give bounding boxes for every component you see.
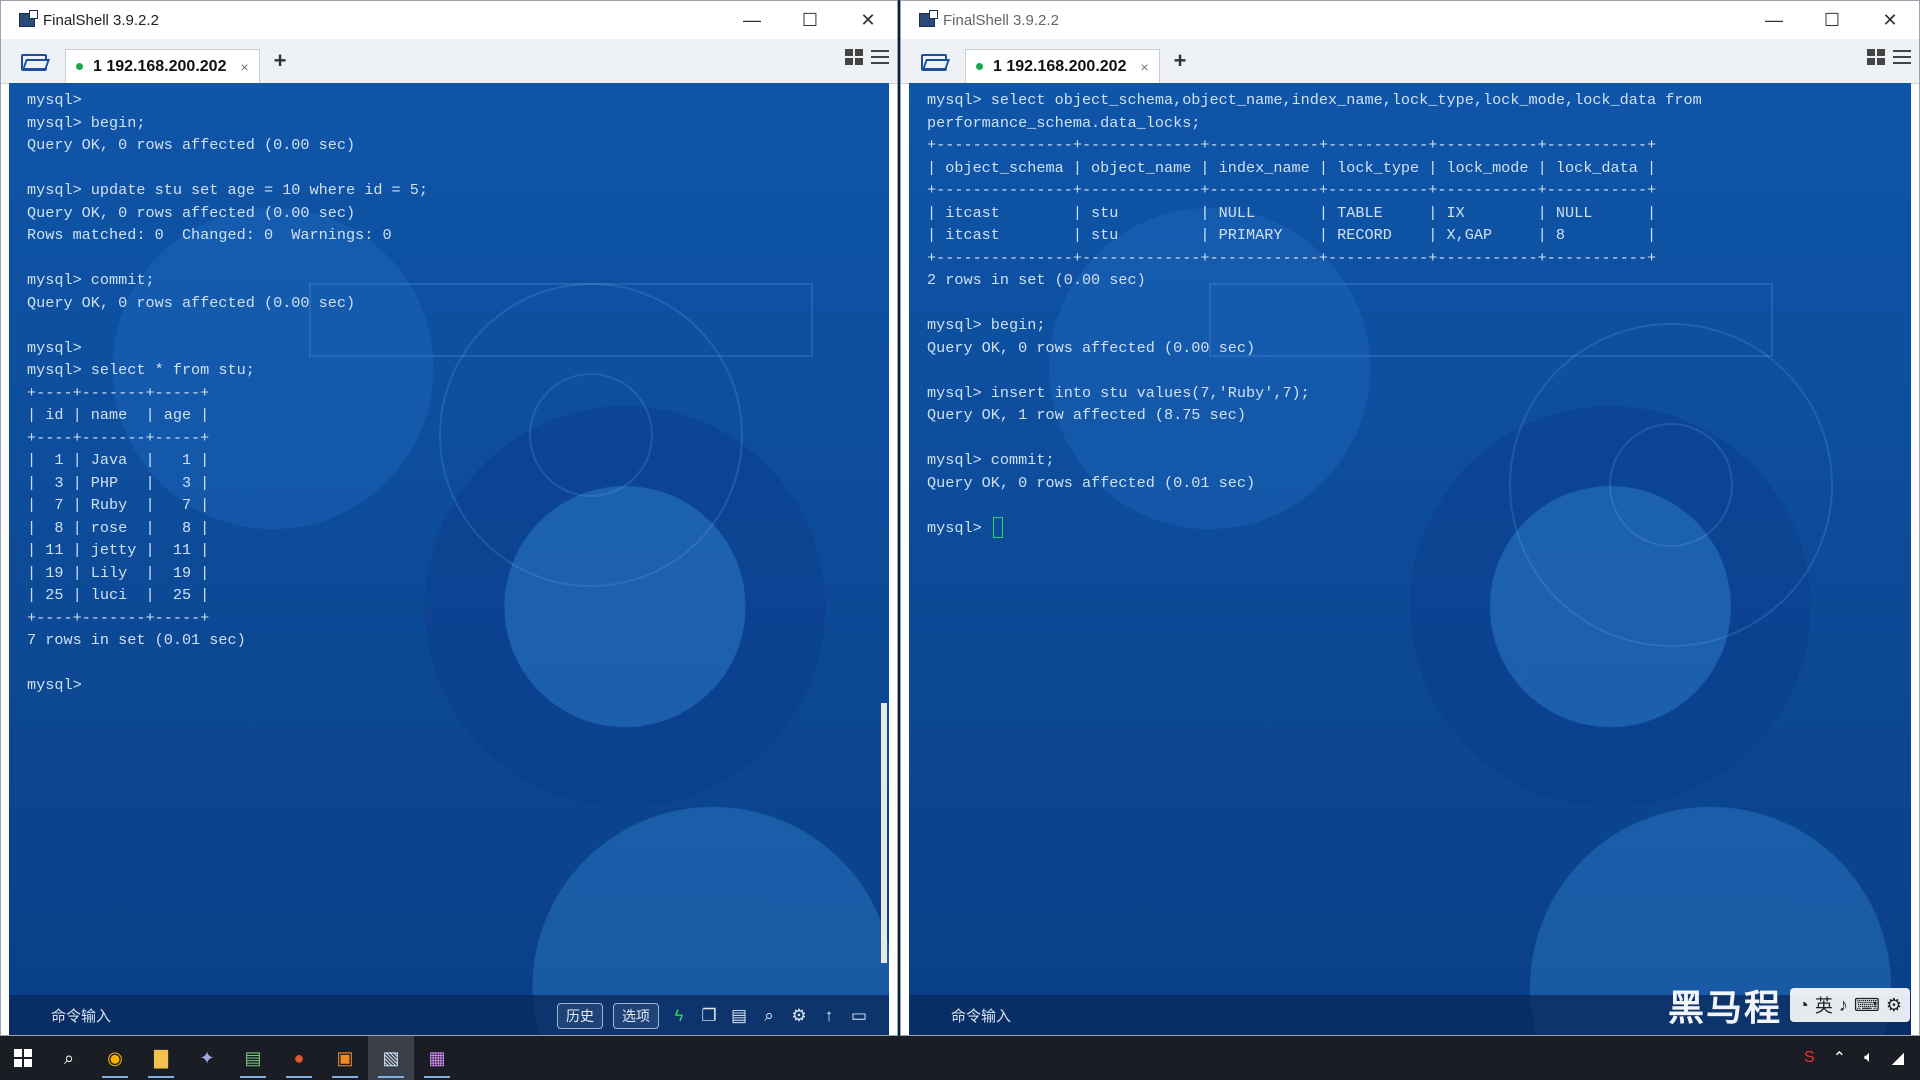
watermark-text: 黑马程 [1667,987,1782,1028]
search-button[interactable]: ⌕ [46,1036,92,1080]
app-icon: ▣ [336,1047,354,1068]
network-icon[interactable]: ◢ [1892,1048,1904,1068]
taskbar-chrome[interactable]: ◉ [92,1036,138,1080]
taskbar-powerpoint[interactable]: ● [276,1036,322,1080]
terminal-output: mysql> select object_schema,object_name,… [927,89,1702,539]
close-button[interactable]: ✕ [1861,1,1919,39]
folder-open-icon[interactable] [921,50,951,72]
terminal-output-text: mysql> select object_schema,object_name,… [927,91,1702,537]
add-tab-button[interactable]: + [1174,48,1187,74]
terminal-pane[interactable]: mysql> mysql> begin; Query OK, 0 rows af… [9,83,889,1035]
session-tab[interactable]: 1 192.168.200.202 × [965,49,1160,83]
session-tab-label: 1 192.168.200.202 [93,57,227,75]
sogou-icon[interactable]: S [1804,1049,1815,1067]
window-title: FinalShell 3.9.2.2 [943,11,1059,29]
session-tab[interactable]: 1 192.168.200.202 × [65,49,260,83]
minimize-button[interactable]: — [723,1,781,39]
finalshell-app-icon [19,10,38,27]
taskbar-file-explorer[interactable]: ▇ [138,1036,184,1080]
close-button[interactable]: ✕ [839,1,897,39]
add-tab-button[interactable]: + [274,48,287,74]
ime-keyboard-icon[interactable]: ⌨ [1854,995,1880,1016]
datagrip-icon: ▦ [428,1047,446,1068]
command-input-label: 命令输入 [951,1007,1012,1025]
ime-logo-icon: ◔ [1798,994,1809,1015]
volume-icon[interactable]: 🔈︎ [1864,1049,1874,1067]
window-icon[interactable]: ▭ [849,1006,869,1026]
window-title: FinalShell 3.9.2.2 [43,11,159,29]
folder-icon: ▇ [154,1047,168,1068]
ime-settings-icon[interactable]: ⚙ [1886,995,1902,1016]
terminal-pane[interactable]: mysql> select object_schema,object_name,… [909,83,1911,1035]
session-tab-bar: 1 192.168.200.202 × + [1,39,897,84]
ime-language-label[interactable]: 英 [1815,992,1833,1018]
tab-close-icon[interactable]: × [1140,59,1148,75]
menu-icon[interactable] [1893,50,1911,64]
finalshell-window-left: FinalShell 3.9.2.2 — ☐ ✕ 1 192.168.200.2… [0,0,898,1036]
chevron-up-icon[interactable]: ⌃ [1833,1048,1846,1068]
session-tab-label: 1 192.168.200.202 [993,57,1127,75]
tab-close-icon[interactable]: × [240,59,248,75]
finalshell-window-right: FinalShell 3.9.2.2 — ☐ ✕ 1 192.168.200.2… [900,0,1920,1036]
system-tray: S ⌃ 🔈︎ ◢ [1804,1036,1920,1080]
ime-toolbar[interactable]: ◔ 英 ♪ ⌨ ⚙ [1790,988,1910,1022]
minimize-button[interactable]: — [1745,1,1803,39]
notepad-icon: ▤ [244,1047,262,1068]
menu-icon[interactable] [871,50,889,64]
terminal-scrollbar[interactable] [881,703,887,963]
windows-logo-icon [14,1049,32,1067]
taskbar-notepad[interactable]: ▤ [230,1036,276,1080]
gear-icon[interactable]: ⚙ [789,1006,809,1026]
finalshell-icon: ▧ [382,1047,400,1068]
ime-punctuation-icon[interactable]: ♪ [1839,995,1848,1016]
bird-icon: ✦ [199,1047,215,1068]
taskbar-app[interactable]: ✦ [184,1036,230,1080]
title-bar[interactable]: FinalShell 3.9.2.2 — ☐ ✕ [1,1,897,39]
folder-open-icon[interactable] [21,50,51,72]
search-icon: ⌕ [63,1047,75,1068]
background-gear-decoration [529,373,653,497]
taskbar-datagrip[interactable]: ▦ [414,1036,460,1080]
text-cursor [992,516,1003,538]
powerpoint-icon: ● [293,1047,305,1068]
session-tab-bar: 1 192.168.200.202 × + [901,39,1919,84]
connected-status-icon [76,63,83,70]
windows-taskbar: ⌕ ◉ ▇ ✦ ▤ ● ▣ ▧ ▦ S ⌃ 🔈︎ ◢ [0,1036,1920,1080]
start-button[interactable] [0,1036,46,1080]
layout-grid-icon[interactable] [845,49,863,65]
options-button[interactable]: 选项 [613,1003,659,1029]
chrome-icon: ◉ [107,1047,123,1068]
taskbar-app-orange[interactable]: ▣ [322,1036,368,1080]
copy-icon[interactable]: ❐ [699,1006,719,1026]
layout-grid-icon[interactable] [1867,49,1885,65]
connected-status-icon [976,63,983,70]
maximize-button[interactable]: ☐ [1803,1,1861,39]
arrow-up-icon[interactable]: ↑ [819,1006,839,1026]
lightning-icon[interactable]: ϟ [669,1006,689,1026]
taskbar-finalshell[interactable]: ▧ [368,1036,414,1080]
title-bar[interactable]: FinalShell 3.9.2.2 — ☐ ✕ [901,1,1919,39]
command-input-label: 命令输入 [51,1007,112,1025]
finalshell-app-icon [919,10,938,27]
history-button[interactable]: 历史 [557,1003,603,1029]
terminal-output: mysql> mysql> begin; Query OK, 0 rows af… [27,91,429,694]
paste-icon[interactable]: ▤ [729,1006,749,1026]
watermark-overlay: 黑马程 ◔ 英 ♪ ⌨ ⚙ [1668,975,1910,1035]
search-icon[interactable]: ⌕ [759,1006,779,1026]
maximize-button[interactable]: ☐ [781,1,839,39]
command-input-bar[interactable]: 命令输入 历史 选项 ϟ ❐ ▤ ⌕ ⚙ ↑ ▭ [9,995,889,1035]
